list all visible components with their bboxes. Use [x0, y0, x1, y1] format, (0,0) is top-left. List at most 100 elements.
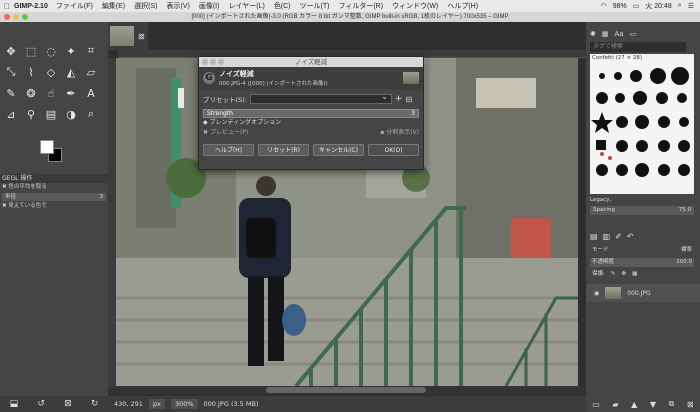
close-window-button[interactable] [4, 14, 10, 20]
pattern-tab-icon[interactable]: ▦ [602, 30, 609, 40]
brush-tag-filter[interactable]: タグで検索 [590, 42, 686, 52]
font-tab-icon[interactable]: Aa [615, 30, 624, 40]
reset-icon[interactable]: ↻ [91, 399, 99, 409]
path-icon[interactable]: ✒ [62, 84, 80, 102]
spacing-field[interactable]: Spacing 75.0 [590, 206, 694, 215]
menu-layer[interactable]: レイヤー(L) [228, 1, 264, 11]
zoom-select[interactable]: 300% [170, 399, 198, 409]
lock-position-icon[interactable]: ✥ [621, 270, 626, 279]
fuzzy-select-icon[interactable]: ✦ [62, 42, 80, 60]
menu-file[interactable]: ファイル(F) [56, 1, 93, 11]
doc-tab-icon[interactable]: ▭ [630, 30, 637, 40]
clone-icon[interactable]: ❂ [22, 84, 40, 102]
wifi-icon[interactable]: ◠ [601, 2, 607, 10]
brush-tab-icon[interactable]: ✺ [590, 30, 596, 40]
add-preset-icon[interactable]: + [395, 94, 403, 104]
ok-button[interactable]: OK(O) [368, 144, 419, 156]
strength-slider[interactable]: Strength 3 [203, 109, 419, 118]
preset-row: プリセット(S): + ⊟ [199, 92, 423, 106]
bucket-fill-icon[interactable]: ◭ [62, 63, 80, 81]
delete-icon[interactable]: ⊠ [64, 399, 72, 409]
eye-icon[interactable]: ◉ [594, 290, 599, 297]
strength-value[interactable]: 3 [411, 110, 415, 117]
image-tab[interactable]: ⊠ [108, 22, 148, 50]
menu-windows[interactable]: ウィンドウ(W) [392, 1, 438, 11]
color-picker-icon[interactable]: ⊿ [2, 105, 20, 123]
new-layer-icon[interactable]: ▭ [592, 400, 600, 409]
split-view-checkbox[interactable]: ▪ 分割表示(V) [380, 128, 419, 138]
dodge-icon[interactable]: ◑ [62, 105, 80, 123]
save-options-icon[interactable]: ⬓ [10, 399, 19, 409]
menu-select[interactable]: 選択(S) [134, 1, 157, 11]
left-ruler[interactable] [108, 58, 116, 388]
dialog-close-button[interactable] [202, 59, 208, 65]
preset-menu-icon[interactable]: ⊟ [405, 95, 412, 104]
help-button[interactable]: ヘルプ(H) [203, 144, 254, 156]
text-tool-icon[interactable]: A [82, 84, 100, 102]
rect-select-icon[interactable]: ⬚ [22, 42, 40, 60]
menu-help[interactable]: ヘルプ(H) [447, 1, 478, 11]
visible-color-option[interactable]: ✖ 見えている色で [0, 202, 108, 211]
pointer-coords: 430, 291 [114, 400, 143, 408]
cage-icon[interactable]: ◇ [42, 63, 60, 81]
foreground-color-swatch[interactable] [40, 140, 54, 154]
close-tab-icon[interactable]: ⊠ [138, 32, 145, 41]
battery-icon[interactable]: ▭ [633, 2, 640, 10]
paintbrush-icon[interactable]: ✎ [2, 84, 20, 102]
restore-icon[interactable]: ↺ [37, 399, 45, 409]
lock-label: 保護: [592, 271, 605, 277]
menu-view[interactable]: 表示(V) [167, 1, 190, 11]
smudge-icon[interactable]: ☝ [42, 84, 60, 102]
search-icon[interactable]: ⌕ [678, 2, 682, 10]
unit-select[interactable]: px [148, 399, 165, 409]
paths-tab-icon[interactable]: ✐ [615, 232, 622, 242]
menu-tools[interactable]: ツール(T) [300, 1, 330, 11]
delete-layer-icon[interactable]: ⊠ [687, 400, 694, 409]
lower-icon[interactable]: ▼ [650, 400, 656, 409]
reset-button[interactable]: リセット(R) [258, 144, 309, 156]
minimize-window-button[interactable] [13, 14, 19, 20]
app-menu[interactable]: GIMP-2.10 [14, 3, 48, 10]
layers-tab-icon[interactable]: ▤ [590, 232, 598, 242]
menu-list-icon[interactable]: ☰ [688, 2, 694, 10]
duplicate-icon[interactable]: ⧉ [669, 399, 675, 409]
cancel-button[interactable]: キャンセル(C) [313, 144, 364, 156]
lasso-icon[interactable]: ◌ [42, 42, 60, 60]
mode-row[interactable]: モード 標準 [590, 246, 694, 255]
preview-checkbox[interactable]: ✖ プレビュー(P) [203, 128, 248, 138]
eraser-icon[interactable]: ▱ [82, 63, 100, 81]
undo-tab-icon[interactable]: ↶ [627, 232, 634, 242]
lock-alpha-icon[interactable]: ▦ [632, 270, 637, 279]
opacity-row[interactable]: 不透明度 100.0 [590, 258, 694, 267]
warp-icon[interactable]: ⌇ [22, 63, 40, 81]
zoom-icon[interactable]: ⌕ [82, 105, 100, 123]
average-color-option[interactable]: ✖ 色の平均を取る [0, 183, 108, 192]
crop-icon[interactable]: ⌗ [82, 42, 100, 60]
radius-field[interactable]: 半径 3 [2, 193, 106, 201]
brush-grid[interactable] [590, 54, 694, 194]
clock[interactable]: 火 20:48 [645, 1, 671, 11]
gradient-icon[interactable]: ▤ [42, 105, 60, 123]
menu-edit[interactable]: 編集(E) [102, 1, 125, 11]
preset-combo[interactable] [249, 92, 392, 104]
lock-pixels-icon[interactable]: ✎ [611, 270, 616, 279]
blending-options-toggle[interactable]: ◆ ブレンディングオプション [199, 118, 423, 128]
scrollbar-thumb[interactable] [266, 387, 426, 393]
folder-icon[interactable]: ▰ [612, 400, 618, 409]
layer-row[interactable]: ◉ 000.JPG [586, 284, 700, 302]
layer-footer: ▭ ▰ ▲ ▼ ⧉ ⊠ [586, 396, 700, 412]
channels-tab-icon[interactable]: ▥ [603, 232, 611, 242]
transform-icon[interactable]: ⤡ [2, 63, 20, 81]
measure-icon[interactable]: ⚲ [22, 105, 40, 123]
mode-value[interactable]: 標準 [681, 246, 692, 255]
zoom-window-button[interactable] [22, 14, 28, 20]
move-tool-icon[interactable]: ✥ [2, 42, 20, 60]
raise-icon[interactable]: ▲ [631, 400, 637, 409]
dialog-minimize-button[interactable] [210, 59, 216, 65]
menu-colors[interactable]: 色(C) [274, 1, 291, 11]
horizontal-scrollbar[interactable] [116, 386, 586, 394]
menu-image[interactable]: 画像(I) [199, 1, 220, 11]
menu-filters[interactable]: フィルター(R) [338, 1, 383, 11]
apple-icon[interactable]:  [0, 2, 14, 11]
dialog-zoom-button[interactable] [218, 59, 224, 65]
